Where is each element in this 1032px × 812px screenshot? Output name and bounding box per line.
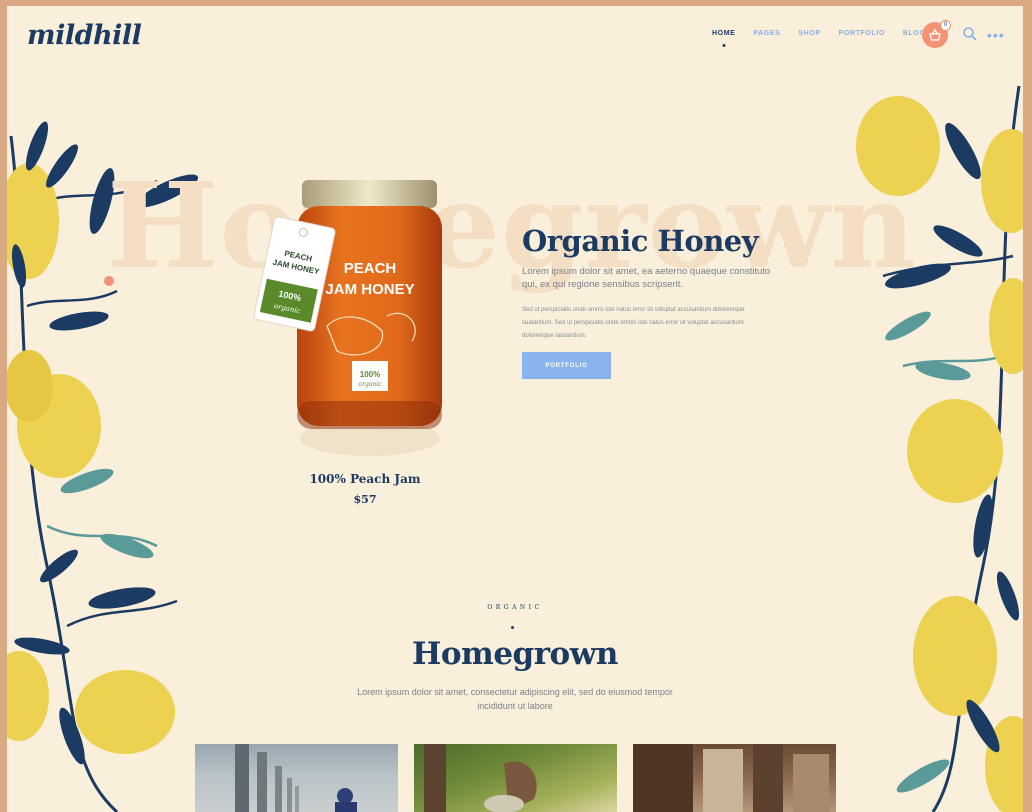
section-title: Homegrown — [412, 636, 618, 672]
gallery-thumb-2[interactable] — [414, 744, 617, 812]
svg-text:JAM HONEY: JAM HONEY — [325, 281, 414, 298]
nav-home[interactable]: HOME — [712, 30, 735, 37]
svg-text:PEACH: PEACH — [344, 260, 397, 277]
svg-text:100%: 100% — [360, 370, 380, 379]
nav-shop[interactable]: SHOP — [798, 30, 820, 37]
main-nav: HOME PAGES SHOP PORTFOLIO BLOG — [712, 30, 944, 37]
svg-text:organic: organic — [358, 381, 382, 388]
section-subtitle: Lorem ipsum dolor sit amet, consectetur … — [357, 687, 673, 711]
thumb-1-photo — [235, 744, 357, 812]
hero-title: Organic Honey — [522, 224, 759, 258]
site-logo[interactable]: mildhill — [27, 20, 142, 51]
hero-lead-text: Lorem ipsum dolor sit amet, ea aeterno q… — [522, 266, 771, 290]
page-frame: mildhill HOME PAGES SHOP PORTFOLIO BLOG … — [7, 6, 1023, 812]
section-eyebrow: ORGANIC — [487, 604, 543, 611]
right-pear-decoration — [856, 85, 1023, 812]
nav-pages[interactable]: PAGES — [753, 30, 780, 37]
section-dot — [511, 626, 514, 629]
more-icon[interactable]: ••• — [987, 27, 1005, 43]
honey-jar-image: PEACH JAM HONEY 100% organic PEACH JAM H… — [253, 180, 442, 456]
hero-body-text: Sed ut perspiciatis unde omnis iste natu… — [522, 307, 745, 339]
gallery-thumb-1[interactable] — [195, 744, 398, 812]
basket-icon — [929, 28, 941, 41]
cart-count-badge: 0 — [940, 20, 951, 31]
portfolio-button[interactable]: PORTFOLIO — [522, 352, 611, 379]
background-word: Homegrown — [107, 156, 917, 295]
search-icon[interactable] — [962, 26, 978, 42]
product-price: $57 — [353, 493, 377, 506]
nav-portfolio[interactable]: PORTFOLIO — [839, 30, 885, 37]
product-name[interactable]: 100% Peach Jam — [265, 472, 465, 486]
thumb-2-photo — [424, 744, 537, 812]
gallery-thumb-3[interactable] — [633, 744, 836, 812]
thumb-3-photo — [633, 744, 829, 812]
left-pear-decoration — [7, 121, 199, 812]
cart-button[interactable]: 0 — [922, 20, 951, 48]
